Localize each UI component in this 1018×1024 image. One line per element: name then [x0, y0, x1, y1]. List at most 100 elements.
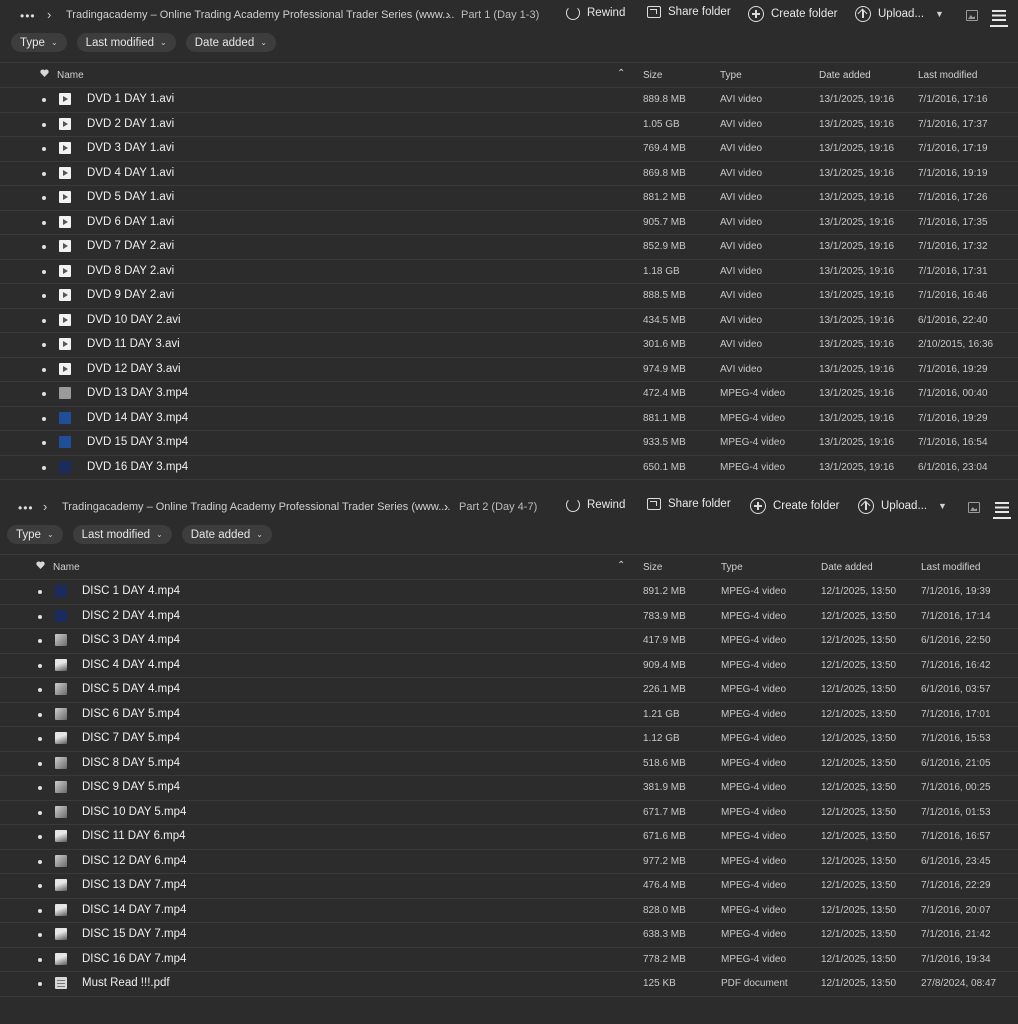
table-row[interactable]: DVD 16 DAY 3.mp4 650.1 MB MPEG-4 video 13/1… — [0, 456, 1018, 480]
column-date-added[interactable]: Date added — [819, 70, 871, 81]
table-row[interactable]: DISC 15 DAY 7.mp4 638.3 MB MPEG-4 video 12/… — [0, 923, 1018, 948]
file-name[interactable]: DISC 11 DAY 6.mp4 — [82, 830, 186, 842]
table-row[interactable]: DVD 3 DAY 1.avi 769.4 MB AVI video 13/1/202… — [0, 137, 1018, 162]
file-name[interactable]: DVD 4 DAY 1.avi — [87, 167, 174, 179]
file-name[interactable]: DISC 16 DAY 7.mp4 — [82, 953, 186, 965]
file-name[interactable]: DISC 13 DAY 7.mp4 — [82, 879, 186, 891]
file-name[interactable]: DVD 3 DAY 1.avi — [87, 142, 174, 154]
file-name[interactable]: DVD 9 DAY 2.avi — [87, 289, 174, 301]
column-name[interactable]: Name — [53, 562, 80, 573]
rewind-button[interactable]: Rewind — [566, 498, 625, 512]
filter-last-modified[interactable]: Last modified ⌄ — [76, 33, 176, 52]
rewind-button[interactable]: Rewind — [566, 6, 625, 20]
file-name[interactable]: Must Read !!!.pdf — [82, 977, 170, 989]
table-row[interactable]: DVD 1 DAY 1.avi 889.8 MB AVI video 13/1/202… — [0, 88, 1018, 113]
file-name[interactable]: DVD 10 DAY 2.avi — [87, 314, 181, 326]
column-size[interactable]: Size — [643, 562, 662, 573]
table-row[interactable]: DISC 5 DAY 4.mp4 226.1 MB MPEG-4 video 12/1… — [0, 678, 1018, 703]
table-row[interactable]: DISC 7 DAY 5.mp4 1.12 GB MPEG-4 video 12/1/… — [0, 727, 1018, 752]
table-row[interactable]: DISC 8 DAY 5.mp4 518.6 MB MPEG-4 video 12/1… — [0, 752, 1018, 776]
column-type[interactable]: Type — [721, 562, 743, 573]
file-name[interactable]: DVD 6 DAY 1.avi — [87, 216, 174, 228]
file-name[interactable]: DVD 11 DAY 3.avi — [87, 338, 180, 350]
table-row[interactable]: DISC 3 DAY 4.mp4 417.9 MB MPEG-4 video 12/1… — [0, 629, 1018, 654]
file-name[interactable]: DISC 9 DAY 5.mp4 — [82, 781, 180, 793]
breadcrumb-root[interactable]: Tradingacademy – Online Trading Academy … — [66, 9, 454, 21]
file-name[interactable]: DISC 14 DAY 7.mp4 — [82, 904, 186, 916]
filter-date-added[interactable]: Date added ⌄ — [181, 525, 272, 544]
table-row[interactable]: DISC 11 DAY 6.mp4 671.6 MB MPEG-4 video 12/… — [0, 825, 1018, 850]
file-name[interactable]: DISC 7 DAY 5.mp4 — [82, 732, 180, 744]
column-date-added[interactable]: Date added — [821, 562, 873, 573]
file-name[interactable]: DVD 1 DAY 1.avi — [87, 93, 174, 105]
table-row[interactable]: DVD 15 DAY 3.mp4 933.5 MB MPEG-4 video 13/1… — [0, 431, 1018, 456]
share-folder-button[interactable]: Share folder — [647, 6, 731, 18]
filter-date-added[interactable]: Date added ⌄ — [185, 33, 276, 52]
grid-view-button[interactable] — [968, 502, 980, 513]
file-name[interactable]: DVD 14 DAY 3.mp4 — [87, 412, 188, 424]
table-row[interactable]: DVD 11 DAY 3.avi 301.6 MB AVI video 13/1/20… — [0, 333, 1018, 358]
list-view-button[interactable] — [990, 10, 1008, 27]
create-folder-button[interactable]: Create folder — [748, 6, 837, 22]
column-name[interactable]: Name — [57, 70, 84, 81]
table-row[interactable]: DISC 14 DAY 7.mp4 828.0 MB MPEG-4 video 12/… — [0, 899, 1018, 923]
file-name[interactable]: DISC 10 DAY 5.mp4 — [82, 806, 186, 818]
column-last-modified[interactable]: Last modified — [921, 562, 980, 573]
file-name[interactable]: DISC 6 DAY 5.mp4 — [82, 708, 180, 720]
table-row[interactable]: DISC 10 DAY 5.mp4 671.7 MB MPEG-4 video 12/… — [0, 801, 1018, 825]
grid-view-button[interactable] — [966, 10, 978, 21]
table-row[interactable]: DISC 9 DAY 5.mp4 381.9 MB MPEG-4 video 12/1… — [0, 776, 1018, 801]
table-row[interactable]: DISC 6 DAY 5.mp4 1.21 GB MPEG-4 video 12/1/… — [0, 703, 1018, 727]
file-name[interactable]: DVD 12 DAY 3.avi — [87, 363, 181, 375]
file-name[interactable]: DISC 5 DAY 4.mp4 — [82, 683, 180, 695]
table-row[interactable]: Must Read !!!.pdf 125 KB PDF document 12/1/… — [0, 972, 1018, 997]
filter-type[interactable]: Type ⌄ — [7, 525, 63, 544]
file-name[interactable]: DVD 16 DAY 3.mp4 — [87, 461, 188, 473]
table-row[interactable]: DVD 12 DAY 3.avi 974.9 MB AVI video 13/1/20… — [0, 358, 1018, 382]
table-row[interactable]: DISC 1 DAY 4.mp4 891.2 MB MPEG-4 video 12/1… — [0, 580, 1018, 605]
sort-ascending-icon[interactable]: ⌃ — [617, 68, 625, 79]
file-name[interactable]: DVD 13 DAY 3.mp4 — [87, 387, 188, 399]
file-name[interactable]: DISC 12 DAY 6.mp4 — [82, 855, 186, 867]
table-row[interactable]: DVD 8 DAY 2.avi 1.18 GB AVI video 13/1/2025… — [0, 260, 1018, 284]
create-folder-button[interactable]: Create folder — [750, 498, 839, 514]
more-icon[interactable]: ••• — [20, 9, 36, 23]
table-row[interactable]: DVD 14 DAY 3.mp4 881.1 MB MPEG-4 video 13/1… — [0, 407, 1018, 431]
more-icon[interactable]: ••• — [18, 501, 34, 515]
upload-button[interactable]: Upload... ▼ — [855, 6, 944, 22]
table-row[interactable]: DISC 2 DAY 4.mp4 783.9 MB MPEG-4 video 12/1… — [0, 605, 1018, 629]
column-size[interactable]: Size — [643, 70, 662, 81]
filter-type[interactable]: Type ⌄ — [11, 33, 67, 52]
list-view-button[interactable] — [993, 502, 1011, 519]
file-name[interactable]: DVD 7 DAY 2.avi — [87, 240, 174, 252]
table-row[interactable]: DVD 2 DAY 1.avi 1.05 GB AVI video 13/1/2025… — [0, 113, 1018, 137]
column-type[interactable]: Type — [720, 70, 742, 81]
table-row[interactable]: DVD 10 DAY 2.avi 434.5 MB AVI video 13/1/20… — [0, 309, 1018, 333]
file-name[interactable]: DVD 15 DAY 3.mp4 — [87, 436, 188, 448]
heart-icon[interactable] — [36, 561, 45, 572]
table-row[interactable]: DISC 16 DAY 7.mp4 778.2 MB MPEG-4 video 12/… — [0, 948, 1018, 972]
filter-last-modified[interactable]: Last modified ⌄ — [72, 525, 172, 544]
upload-button[interactable]: Upload... ▼ — [858, 498, 947, 514]
table-row[interactable]: DISC 4 DAY 4.mp4 909.4 MB MPEG-4 video 12/1… — [0, 654, 1018, 678]
file-name[interactable]: DISC 1 DAY 4.mp4 — [82, 585, 180, 597]
table-row[interactable]: DVD 7 DAY 2.avi 852.9 MB AVI video 13/1/202… — [0, 235, 1018, 260]
table-row[interactable]: DISC 13 DAY 7.mp4 476.4 MB MPEG-4 video 12/… — [0, 874, 1018, 899]
table-row[interactable]: DVD 9 DAY 2.avi 888.5 MB AVI video 13/1/202… — [0, 284, 1018, 309]
sort-ascending-icon[interactable]: ⌃ — [617, 560, 625, 571]
file-name[interactable]: DISC 8 DAY 5.mp4 — [82, 757, 180, 769]
file-name[interactable]: DVD 2 DAY 1.avi — [87, 118, 174, 130]
share-folder-button[interactable]: Share folder — [647, 498, 731, 510]
file-name[interactable]: DISC 3 DAY 4.mp4 — [82, 634, 180, 646]
heart-icon[interactable] — [40, 69, 49, 80]
file-name[interactable]: DISC 4 DAY 4.mp4 — [82, 659, 180, 671]
column-last-modified[interactable]: Last modified — [918, 70, 977, 81]
table-row[interactable]: DVD 5 DAY 1.avi 881.2 MB AVI video 13/1/202… — [0, 186, 1018, 211]
file-name[interactable]: DVD 8 DAY 2.avi — [87, 265, 174, 277]
file-name[interactable]: DVD 5 DAY 1.avi — [87, 191, 174, 203]
file-name[interactable]: DISC 2 DAY 4.mp4 — [82, 610, 180, 622]
table-row[interactable]: DVD 13 DAY 3.mp4 472.4 MB MPEG-4 video 13/1… — [0, 382, 1018, 407]
breadcrumb-root[interactable]: Tradingacademy – Online Trading Academy … — [62, 501, 450, 513]
table-row[interactable]: DVD 4 DAY 1.avi 869.8 MB AVI video 13/1/202… — [0, 162, 1018, 186]
table-row[interactable]: DISC 12 DAY 6.mp4 977.2 MB MPEG-4 video 12/… — [0, 850, 1018, 874]
